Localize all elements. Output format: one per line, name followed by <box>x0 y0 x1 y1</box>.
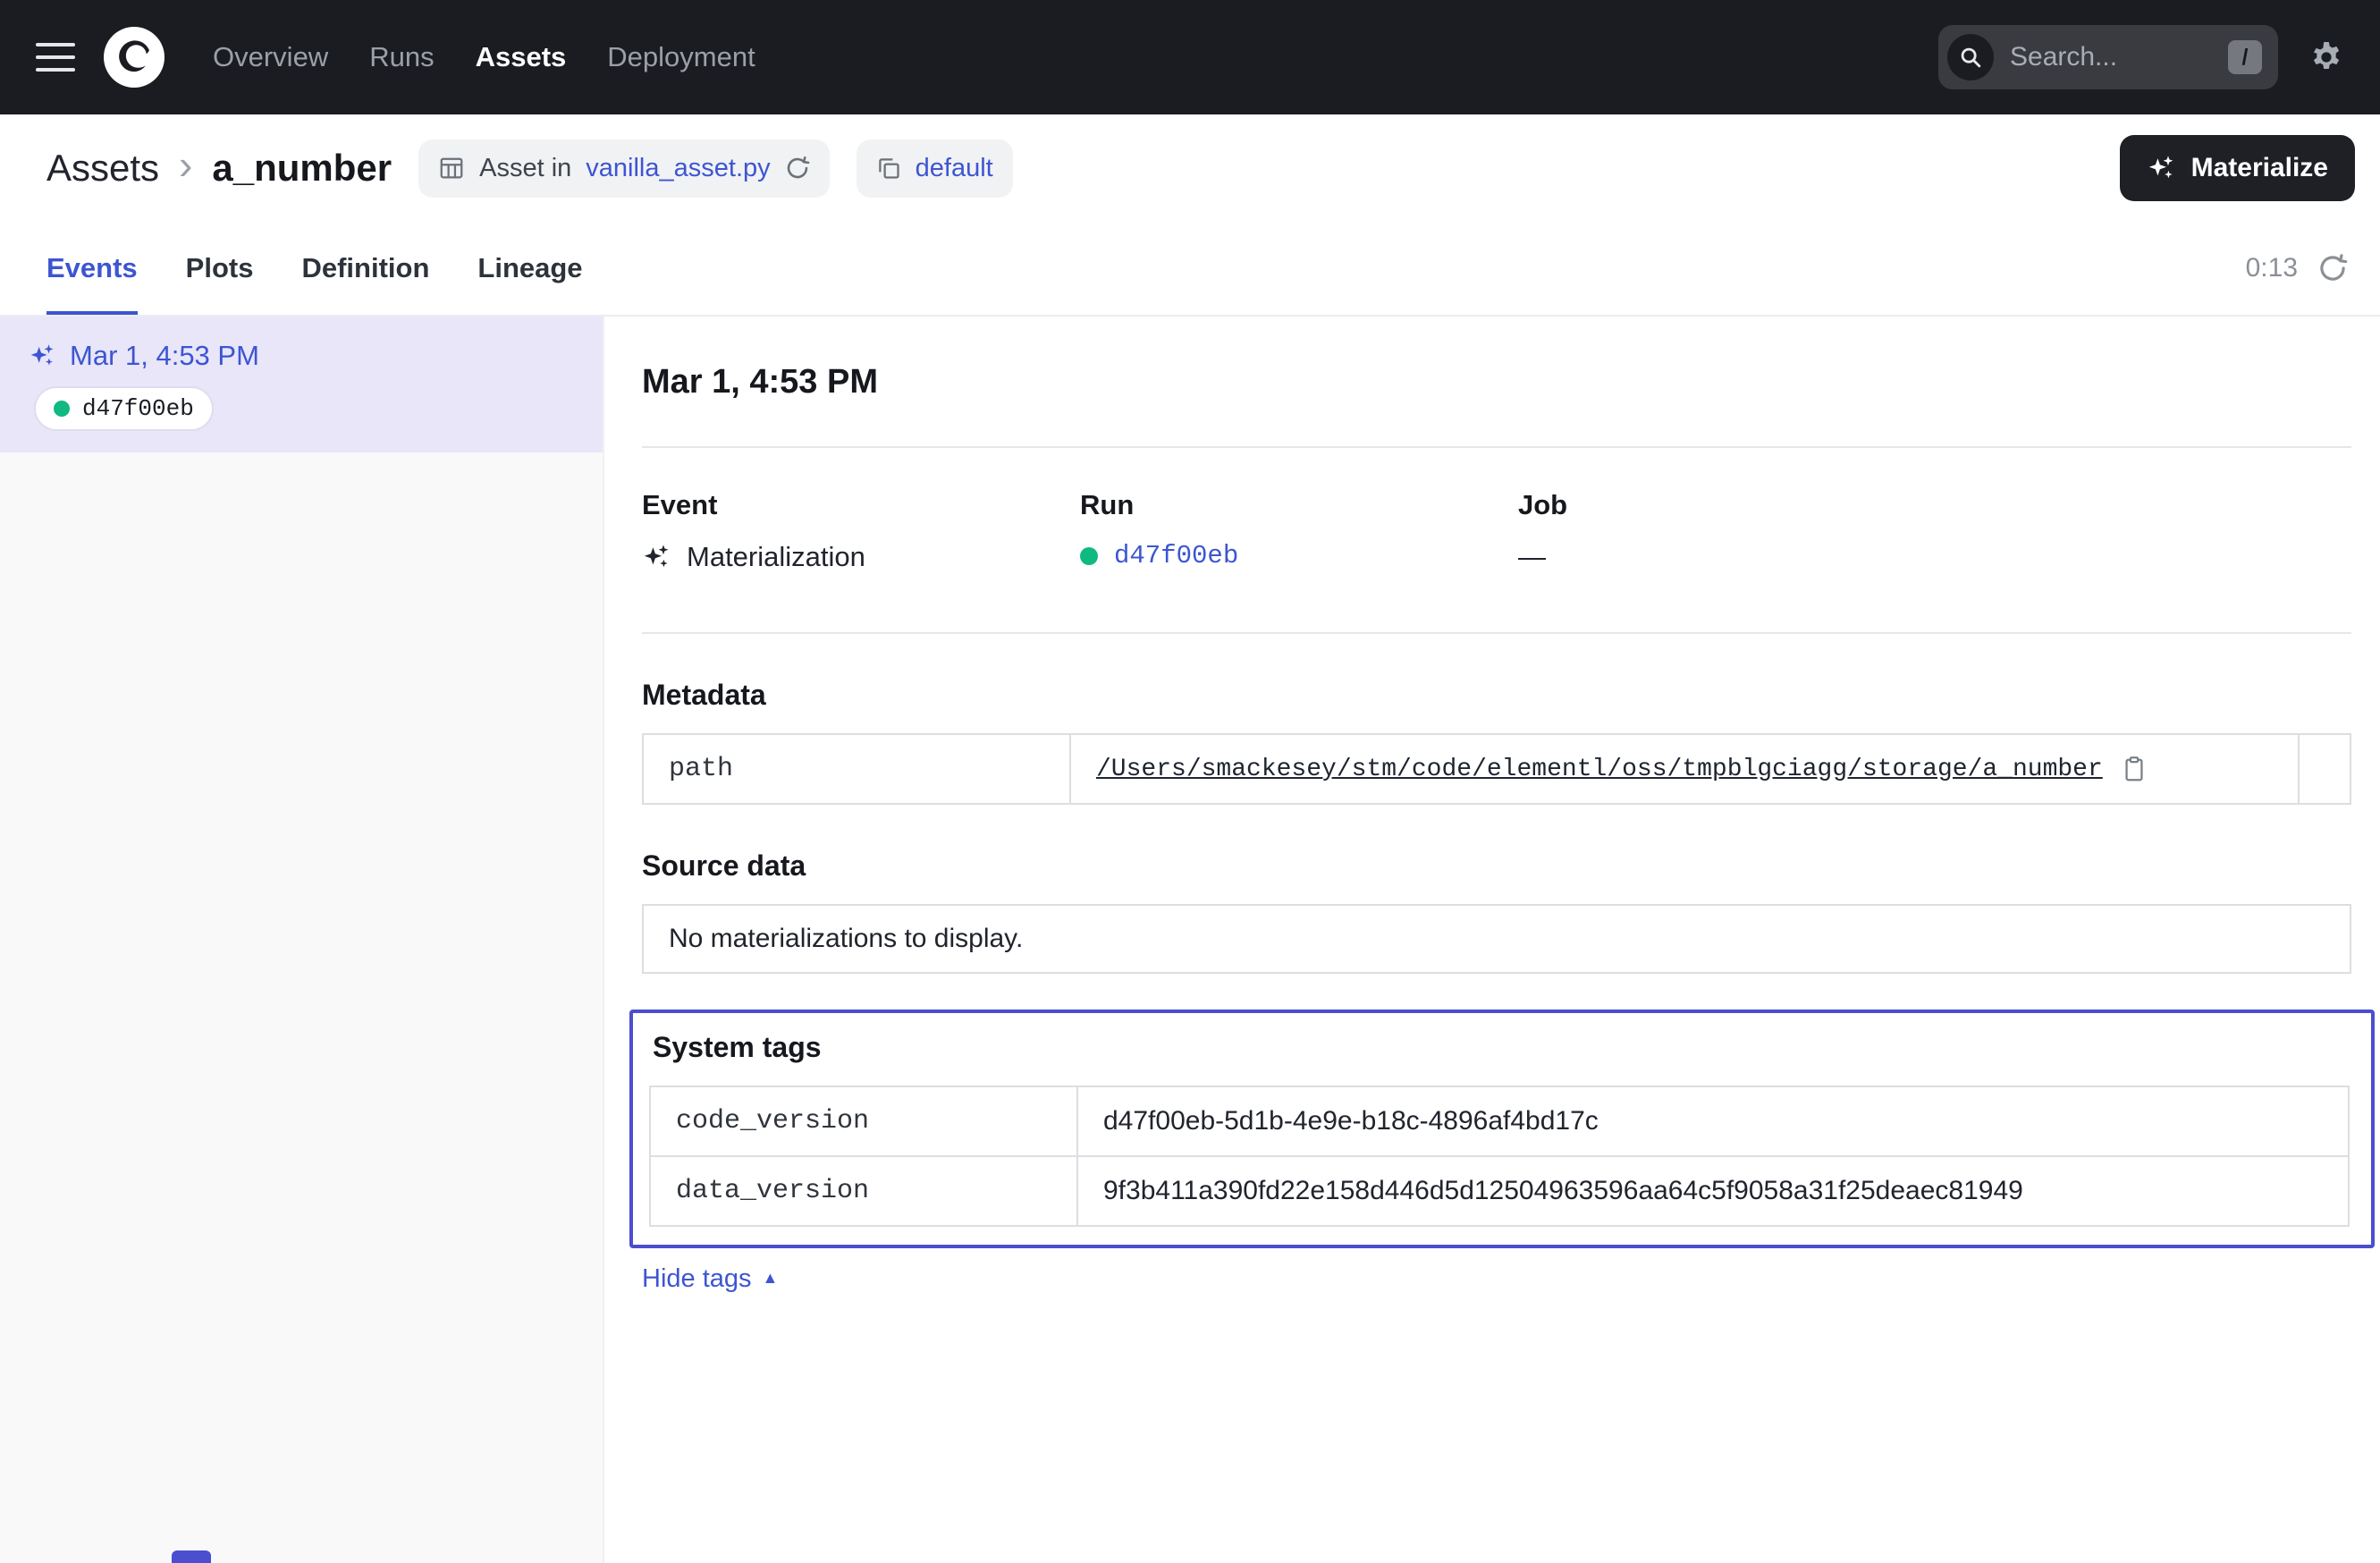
dagster-logo-icon[interactable] <box>104 27 165 88</box>
hide-tags-label: Hide tags <box>642 1264 752 1294</box>
chevron-right-icon: › <box>179 144 192 185</box>
tag-key: code_version <box>650 1086 1077 1156</box>
sparkle-icon <box>2147 154 2175 182</box>
system-tags-table: code_version d47f00eb-5d1b-4e9e-b18c-489… <box>649 1086 2350 1227</box>
source-data-empty-message: No materializations to display. <box>642 904 2351 974</box>
dagster-app: Overview Runs Assets Deployment Search..… <box>0 0 2380 1563</box>
nav-item-runs[interactable]: Runs <box>369 41 434 73</box>
system-tags-section: System tags code_version d47f00eb-5d1b-4… <box>629 1010 2375 1248</box>
metadata-key: path <box>643 734 1070 804</box>
tab-bar: Events Plots Definition Lineage 0:13 <box>0 222 2380 317</box>
tag-value: d47f00eb-5d1b-4e9e-b18c-4896af4bd17c <box>1077 1086 2349 1156</box>
materialize-button-label: Materialize <box>2191 153 2328 183</box>
event-summary-columns: Event Materialization Run d47f00eb <box>642 489 2351 573</box>
main-nav: Overview Runs Assets Deployment <box>213 41 755 73</box>
breadcrumb-assets-link[interactable]: Assets <box>46 147 159 190</box>
event-column-label: Event <box>642 489 1080 521</box>
materialization-icon <box>642 543 671 571</box>
run-status-dot <box>1080 547 1098 565</box>
asset-definition-badge[interactable]: Asset in vanilla_asset.py <box>418 139 830 198</box>
asset-badge-prefix: Asset in <box>479 154 571 183</box>
run-status-dot <box>54 401 70 417</box>
event-list-sidebar: Mar 1, 4:53 PM d47f00eb <box>0 317 604 1563</box>
path-link[interactable]: /Users/smackesey/stm/code/elementl/oss/t… <box>1096 756 2103 783</box>
tab-events[interactable]: Events <box>46 222 138 315</box>
reload-definition-icon[interactable] <box>785 156 810 181</box>
event-detail-panel: Mar 1, 4:53 PM Event Materialization Run <box>604 317 2380 1563</box>
system-tag-row: data_version 9f3b411a390fd22e158d446d5d1… <box>650 1156 2349 1226</box>
search-placeholder: Search... <box>2010 42 2117 72</box>
hide-tags-link[interactable]: Hide tags ▲ <box>642 1264 778 1294</box>
tag-key: data_version <box>650 1156 1077 1226</box>
tag-value: 9f3b411a390fd22e158d446d5d12504963596aa6… <box>1077 1156 2349 1226</box>
job-column-label: Job <box>1518 489 1567 521</box>
offscreen-focus-indicator <box>172 1550 211 1563</box>
run-id-pill: d47f00eb <box>36 388 212 429</box>
caret-up-icon: ▲ <box>763 1270 779 1286</box>
event-timestamp: Mar 1, 4:53 PM <box>70 340 259 372</box>
materialization-icon <box>29 342 55 369</box>
refresh-timer: 0:13 <box>2246 253 2298 283</box>
copy-icon <box>876 156 901 181</box>
run-id-text: d47f00eb <box>82 395 194 422</box>
tab-definition[interactable]: Definition <box>301 222 429 315</box>
run-column-label: Run <box>1080 489 1518 521</box>
breadcrumb: Assets › a_number <box>46 147 392 190</box>
event-type-value: Materialization <box>687 541 865 573</box>
tab-lineage[interactable]: Lineage <box>477 222 582 315</box>
system-tag-row: code_version d47f00eb-5d1b-4e9e-b18c-489… <box>650 1086 2349 1156</box>
metadata-table: path /Users/smackesey/stm/code/elementl/… <box>642 733 2351 805</box>
menu-icon[interactable] <box>36 43 75 72</box>
top-nav-bar: Overview Runs Assets Deployment Search..… <box>0 0 2380 114</box>
search-shortcut-key: / <box>2228 40 2262 74</box>
repository-badge[interactable]: default <box>857 139 1013 198</box>
event-list-item[interactable]: Mar 1, 4:53 PM d47f00eb <box>0 317 603 452</box>
page-header: Assets › a_number Asset in vanilla_asset… <box>0 114 2380 222</box>
source-data-heading: Source data <box>642 849 2351 883</box>
settings-gear-icon[interactable] <box>2308 39 2344 75</box>
asset-file-link[interactable]: vanilla_asset.py <box>586 154 770 183</box>
job-value: — <box>1518 541 1567 573</box>
nav-item-deployment[interactable]: Deployment <box>607 41 755 73</box>
metadata-row: path /Users/smackesey/stm/code/elementl/… <box>643 734 2350 804</box>
clipboard-copy-icon[interactable] <box>2121 756 2148 782</box>
page-title: a_number <box>212 147 392 190</box>
materialize-button[interactable]: Materialize <box>2120 135 2355 201</box>
run-id-link[interactable]: d47f00eb <box>1114 541 1238 570</box>
repo-default-link[interactable]: default <box>916 154 993 183</box>
refresh-icon[interactable] <box>2317 253 2348 283</box>
table-icon <box>438 155 465 182</box>
nav-item-assets[interactable]: Assets <box>476 41 567 73</box>
nav-item-overview[interactable]: Overview <box>213 41 328 73</box>
search-input[interactable]: Search... / <box>1938 25 2278 89</box>
system-tags-heading: System tags <box>653 1031 2350 1064</box>
metadata-heading: Metadata <box>642 679 2351 712</box>
metadata-actions-cell <box>2299 734 2350 804</box>
search-icon <box>1947 34 1994 80</box>
event-heading: Mar 1, 4:53 PM <box>642 363 2351 401</box>
tab-plots[interactable]: Plots <box>186 222 254 315</box>
